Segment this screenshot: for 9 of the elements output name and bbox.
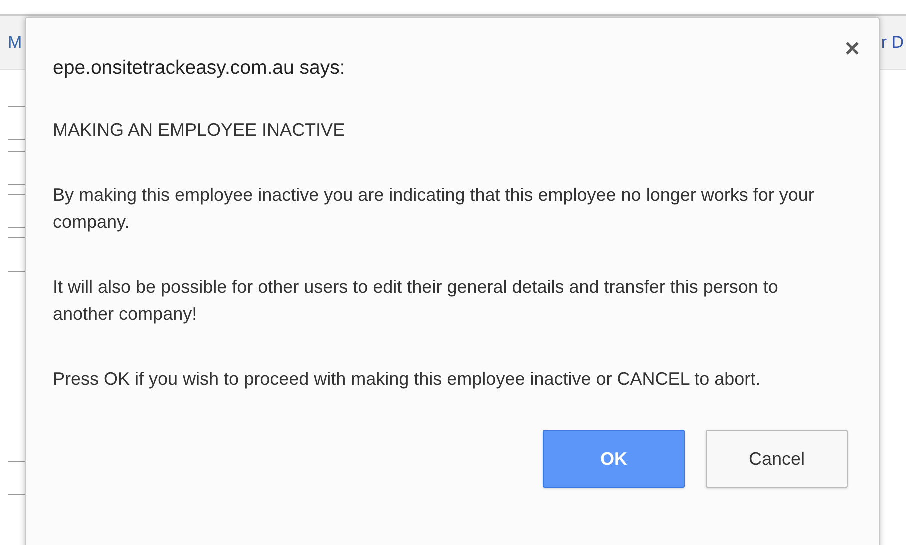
close-icon[interactable] — [846, 42, 859, 55]
column-header: M — [8, 32, 22, 52]
message-text: Press OK if you wish to proceed with making this employee inactive or CANCEL to abort. — [53, 368, 762, 391]
column-header: r D — [881, 32, 905, 52]
cancel-button[interactable]: Cancel — [706, 430, 848, 488]
message-text: It will also be possible for other users to edit their general details and transfer this person to another company! — [53, 276, 780, 326]
message-text: By making this employee inactive you are indicating that this employee no longer works for your company. — [53, 184, 816, 234]
dialog-title: epe.onsitetrackeasy.com.au says: — [53, 57, 346, 79]
message-text: MAKING AN EMPLOYEE INACTIVE — [53, 119, 346, 142]
